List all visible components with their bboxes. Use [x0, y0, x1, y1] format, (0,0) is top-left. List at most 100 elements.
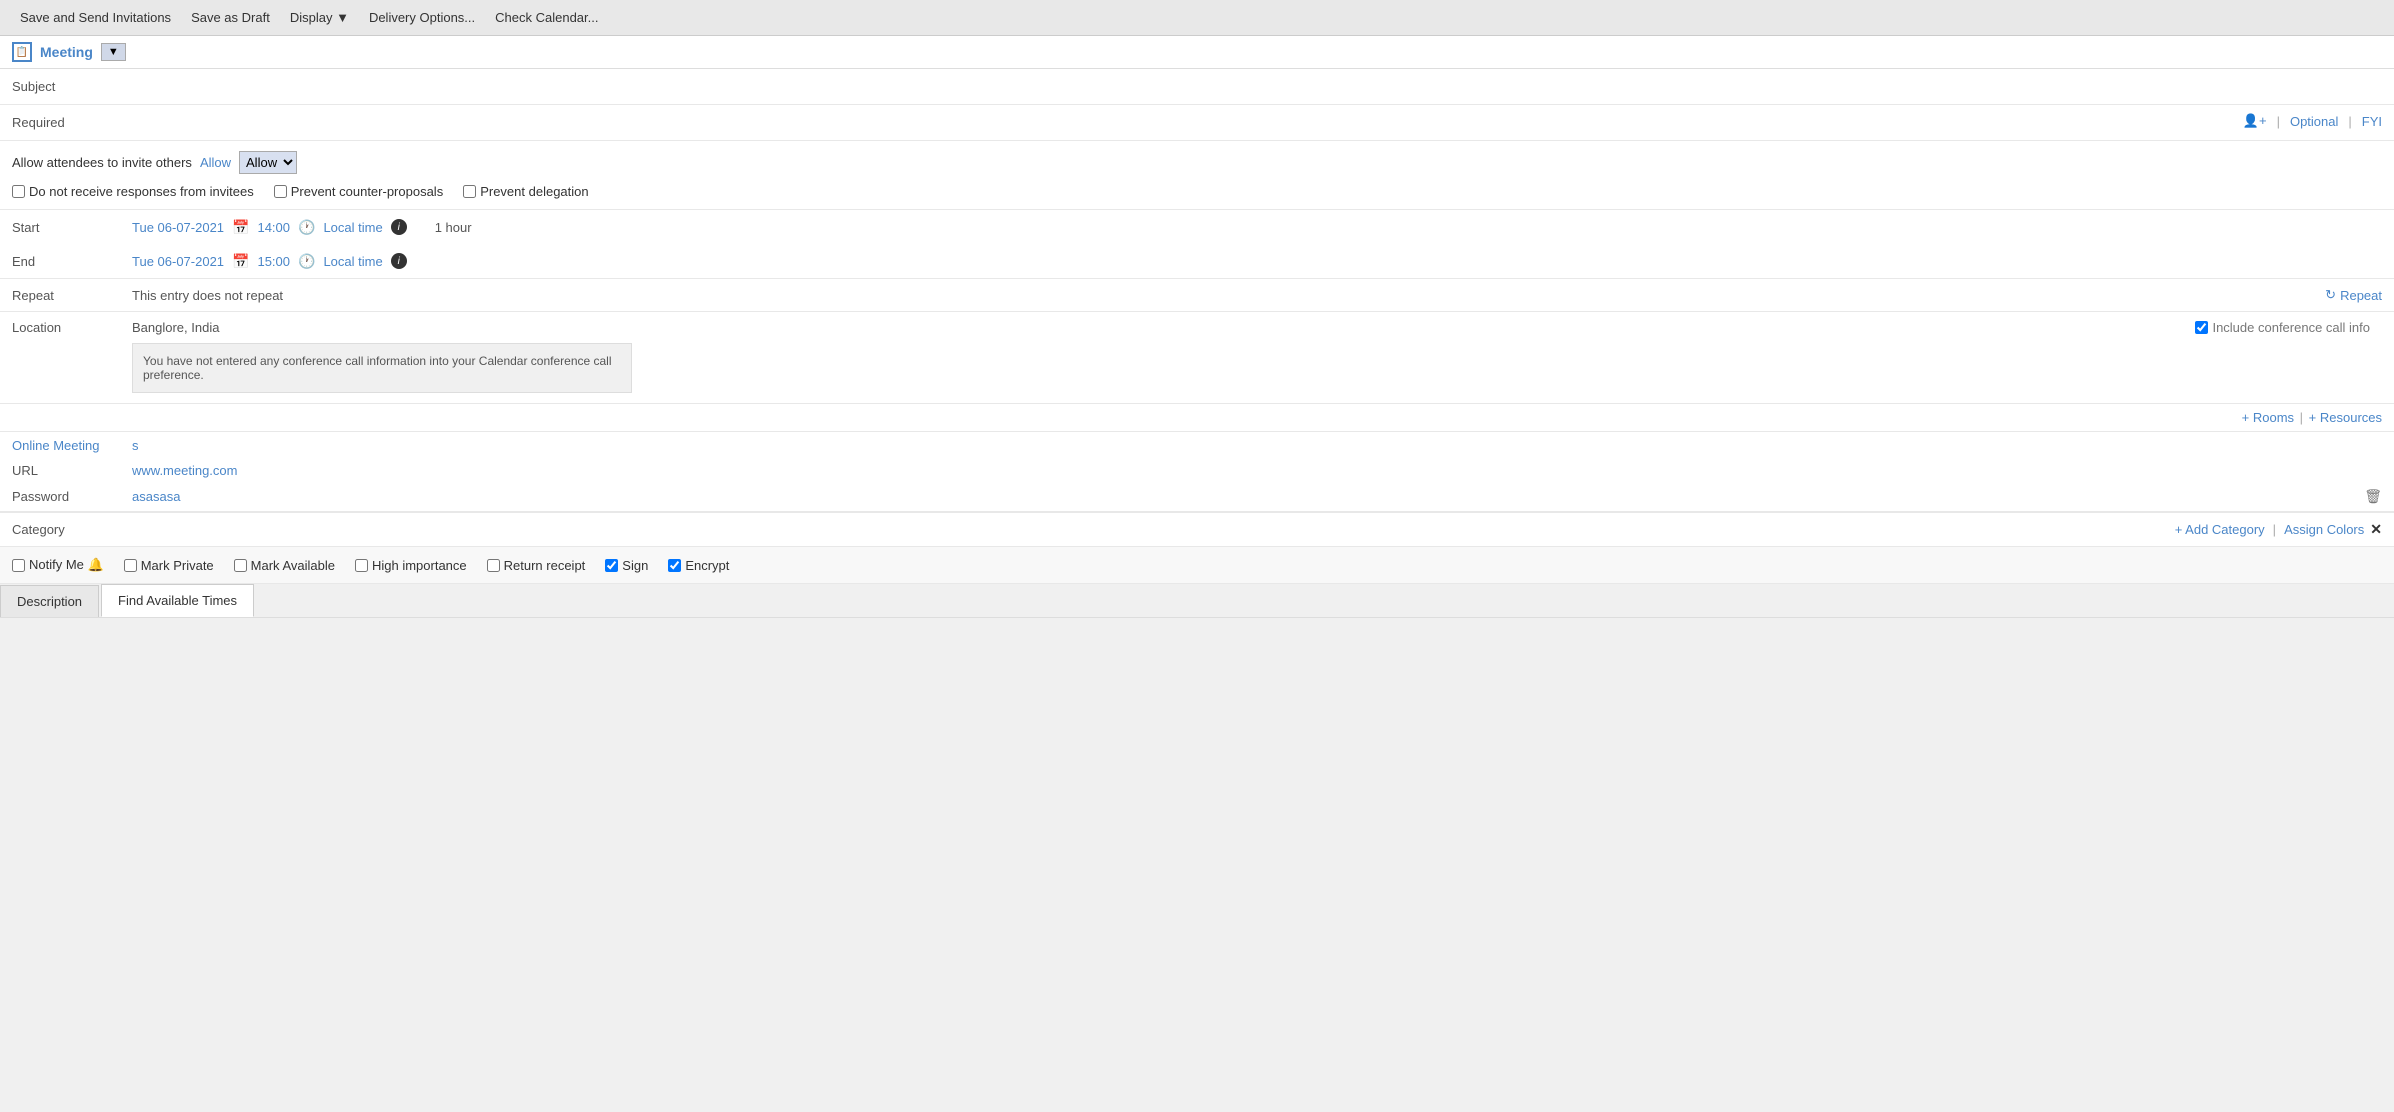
subject-input[interactable] — [132, 77, 2382, 92]
start-clock-icon[interactable]: 🕐 — [298, 219, 315, 236]
close-category-button[interactable]: ✕ — [2370, 521, 2382, 538]
required-row: Required 👤+ | Optional | FYI — [0, 105, 2394, 141]
repeat-label-btn: Repeat — [2340, 288, 2382, 303]
subject-row: Subject — [0, 69, 2394, 105]
high-importance-checkbox[interactable]: High importance — [355, 558, 467, 573]
online-meeting-section: Online Meeting s URL www.meeting.com Pas… — [0, 432, 2394, 513]
subject-label: Subject — [0, 69, 120, 104]
repeat-row: Repeat This entry does not repeat ↻ Repe… — [0, 279, 2394, 312]
toolbar: Save and Send Invitations Save as Draft … — [0, 0, 2394, 36]
sign-check[interactable] — [605, 559, 618, 572]
save-draft-button[interactable]: Save as Draft — [183, 6, 278, 29]
end-clock-icon[interactable]: 🕐 — [298, 253, 315, 270]
assign-colors-link[interactable]: Assign Colors — [2284, 522, 2364, 537]
encrypt-label: Encrypt — [685, 558, 729, 573]
no-delegation-label: Prevent delegation — [480, 184, 588, 199]
return-receipt-check[interactable] — [487, 559, 500, 572]
repeat-icon: ↻ — [2325, 287, 2336, 303]
url-row: URL www.meeting.com — [0, 459, 2394, 482]
conference-label: Include conference call info — [2212, 320, 2370, 335]
end-date[interactable]: Tue 06-07-2021 — [132, 254, 224, 269]
conference-check: Include conference call info — [2195, 320, 2382, 335]
meeting-dropdown-button[interactable]: ▼ — [101, 43, 126, 61]
start-timezone[interactable]: Local time — [323, 220, 382, 235]
delivery-options-button[interactable]: Delivery Options... — [361, 6, 483, 29]
repeat-value: This entry does not repeat — [132, 288, 2325, 303]
return-receipt-checkbox[interactable]: Return receipt — [487, 558, 586, 573]
check-calendar-button[interactable]: Check Calendar... — [487, 6, 606, 29]
category-row: Category + Add Category | Assign Colors … — [0, 513, 2394, 547]
conference-checkbox[interactable] — [2195, 321, 2208, 334]
start-date[interactable]: Tue 06-07-2021 — [132, 220, 224, 235]
location-row: Location Banglore, India Include confere… — [0, 312, 2394, 404]
online-row: Online Meeting s — [0, 432, 2394, 459]
fyi-link[interactable]: FYI — [2362, 114, 2382, 129]
tab-description[interactable]: Description — [0, 585, 99, 617]
required-input[interactable] — [132, 113, 2219, 128]
high-importance-check[interactable] — [355, 559, 368, 572]
end-value: Tue 06-07-2021 📅 15:00 🕐 Local time i — [132, 253, 2382, 270]
optional-link[interactable]: Optional — [2290, 114, 2338, 129]
url-value[interactable]: www.meeting.com — [132, 463, 237, 478]
save-send-button[interactable]: Save and Send Invitations — [12, 6, 179, 29]
category-input[interactable] — [132, 522, 2175, 537]
encrypt-check[interactable] — [668, 559, 681, 572]
category-actions: + Add Category | Assign Colors ✕ — [2175, 521, 2382, 538]
add-category-link[interactable]: + Add Category — [2175, 522, 2265, 537]
encrypt-checkbox[interactable]: Encrypt — [668, 558, 729, 573]
add-required-icon[interactable]: 👤+ — [2243, 113, 2267, 129]
resources-link[interactable]: + Resources — [2309, 410, 2382, 425]
end-timezone[interactable]: Local time — [323, 254, 382, 269]
start-value: Tue 06-07-2021 📅 14:00 🕐 Local time i 1 … — [132, 219, 2382, 236]
no-responses-checkbox[interactable]: Do not receive responses from invitees — [12, 184, 254, 199]
online-meeting-label[interactable]: Online Meeting — [12, 438, 132, 453]
main-content: Subject Required 👤+ | Optional | FYI All… — [0, 69, 2394, 618]
allow-link[interactable]: Allow — [200, 155, 231, 170]
password-value: asasasa — [132, 489, 2364, 504]
online-meeting-value[interactable]: s — [132, 438, 139, 453]
invite-checkboxes: Do not receive responses from invitees P… — [12, 184, 2382, 199]
display-button[interactable]: Display ▼ — [282, 6, 357, 29]
end-info-icon[interactable]: i — [391, 253, 407, 269]
repeat-button[interactable]: ↻ Repeat — [2325, 287, 2382, 303]
delete-password-icon[interactable]: 🗑 — [2364, 488, 2382, 505]
no-responses-check[interactable] — [12, 185, 25, 198]
mark-private-checkbox[interactable]: Mark Private — [124, 558, 214, 573]
meeting-title: Meeting — [40, 44, 93, 60]
end-calendar-icon[interactable]: 📅 — [232, 253, 249, 270]
allow-dropdown[interactable]: Allow Deny — [239, 151, 297, 174]
location-value: Banglore, India — [132, 320, 2195, 335]
meeting-icon: 📋 — [12, 42, 32, 62]
no-counter-check[interactable] — [274, 185, 287, 198]
mark-available-label: Mark Available — [251, 558, 335, 573]
notify-me-check[interactable] — [12, 559, 25, 572]
rooms-link[interactable]: + Rooms — [2242, 410, 2294, 425]
no-delegation-check[interactable] — [463, 185, 476, 198]
start-time[interactable]: 14:00 — [257, 220, 290, 235]
title-bar: 📋 Meeting ▼ — [0, 36, 2394, 69]
mark-available-check[interactable] — [234, 559, 247, 572]
start-end-section: Start Tue 06-07-2021 📅 14:00 🕐 Local tim… — [0, 210, 2394, 279]
start-label: Start — [12, 220, 132, 235]
start-info-icon[interactable]: i — [391, 219, 407, 235]
notify-me-checkbox[interactable]: Notify Me 🔔 — [12, 557, 104, 573]
allow-attendees-label: Allow attendees to invite others — [12, 155, 192, 170]
location-label: Location — [12, 320, 132, 335]
start-calendar-icon[interactable]: 📅 — [232, 219, 249, 236]
bottom-tabs: Description Find Available Times — [0, 584, 2394, 618]
mark-available-checkbox[interactable]: Mark Available — [234, 558, 335, 573]
subject-value — [120, 69, 2394, 100]
end-row: End Tue 06-07-2021 📅 15:00 🕐 Local time … — [0, 244, 2394, 278]
no-responses-label: Do not receive responses from invitees — [29, 184, 254, 199]
end-time[interactable]: 15:00 — [257, 254, 290, 269]
rooms-resources-row: + Rooms | + Resources — [0, 404, 2394, 432]
end-label: End — [12, 254, 132, 269]
sign-checkbox[interactable]: Sign — [605, 558, 648, 573]
conference-note: You have not entered any conference call… — [132, 343, 632, 393]
category-label: Category — [12, 522, 132, 537]
no-counter-checkbox[interactable]: Prevent counter-proposals — [274, 184, 443, 199]
high-importance-label: High importance — [372, 558, 467, 573]
mark-private-check[interactable] — [124, 559, 137, 572]
tab-find-times[interactable]: Find Available Times — [101, 584, 254, 617]
no-delegation-checkbox[interactable]: Prevent delegation — [463, 184, 588, 199]
